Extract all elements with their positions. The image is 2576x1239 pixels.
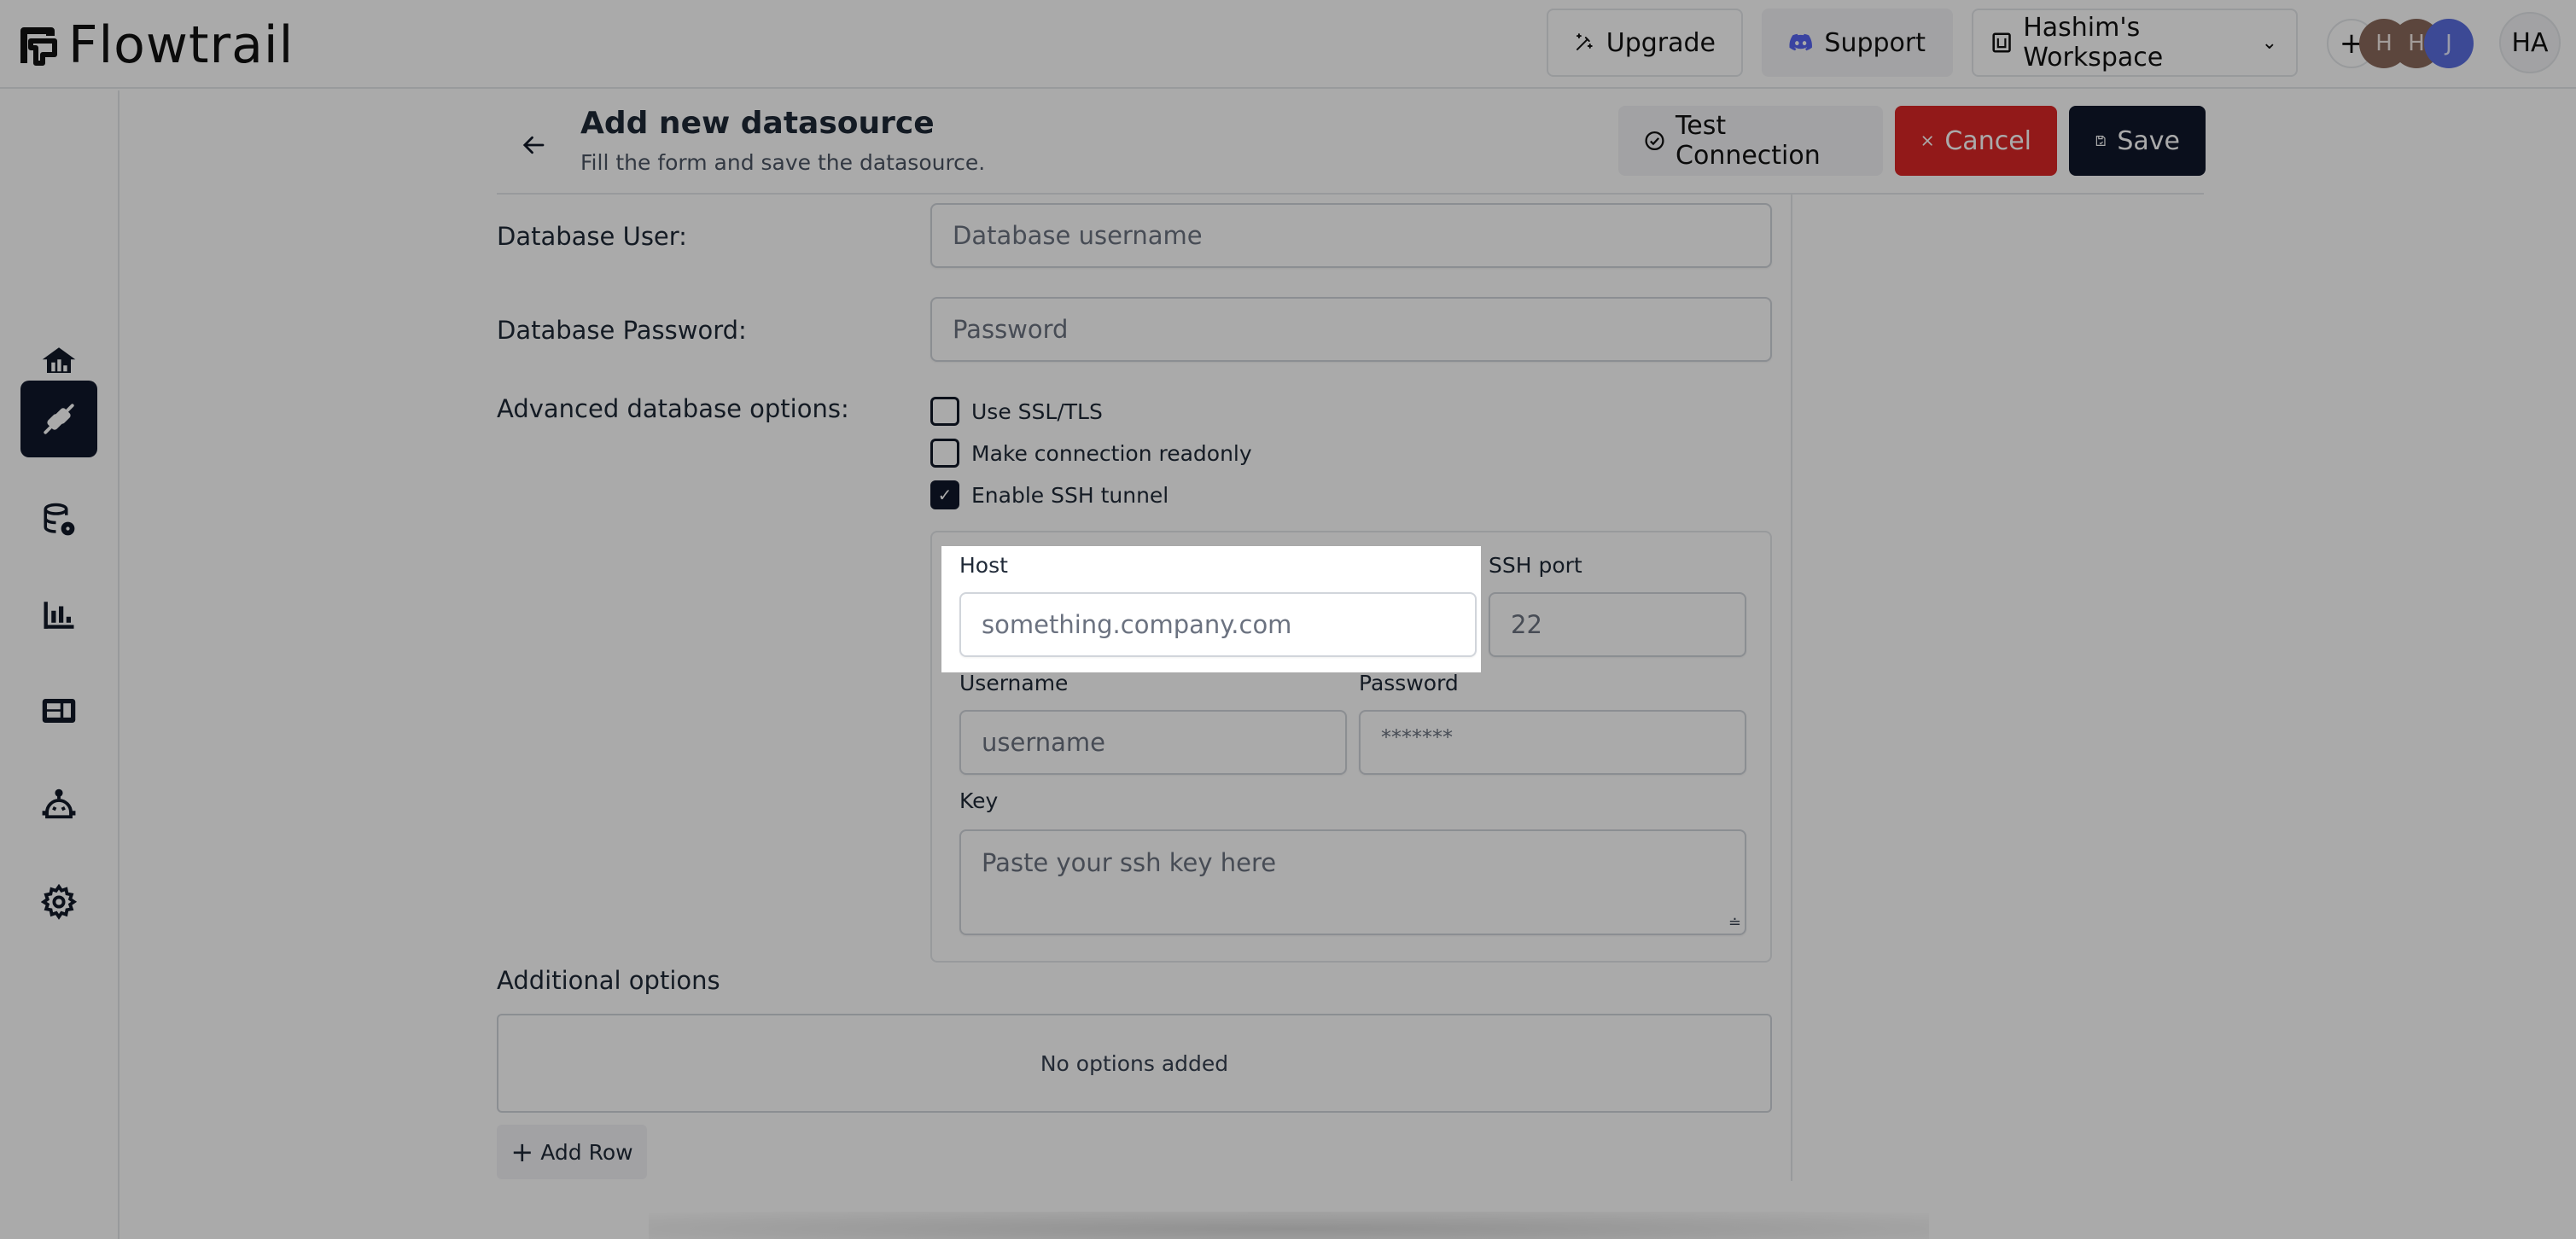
ssh-port-input[interactable]: 22 xyxy=(1489,592,1746,657)
plus-icon: + xyxy=(510,1136,534,1168)
back-button[interactable] xyxy=(517,128,551,162)
ssh-key-textarea[interactable]: Paste your ssh key here ≐ xyxy=(959,829,1746,935)
sidebar-item-datasources[interactable] xyxy=(20,381,97,457)
save-button[interactable]: Save xyxy=(2069,106,2206,176)
ssh-tunnel-option[interactable]: ✓ Enable SSH tunnel xyxy=(930,480,1169,509)
ssh-tunnel-checkbox[interactable]: ✓ xyxy=(930,480,959,509)
gear-icon xyxy=(41,884,77,920)
dashboard-icon xyxy=(42,699,76,723)
ssl-option[interactable]: Use SSL/TLS xyxy=(930,397,1103,426)
dim-overlay xyxy=(0,546,941,672)
database-gear-icon xyxy=(44,503,75,536)
discord-icon xyxy=(1789,33,1812,51)
page-title: Add new datasource xyxy=(580,106,935,141)
cancel-button[interactable]: Cancel xyxy=(1895,106,2057,176)
sidebar-item-charts[interactable] xyxy=(20,577,97,654)
check-circle-icon xyxy=(1645,131,1664,151)
content-divider xyxy=(1791,195,1792,1181)
sidebar-item-dashboards[interactable] xyxy=(20,672,97,749)
db-password-placeholder: Password xyxy=(953,315,1069,344)
ssh-port-placeholder: 22 xyxy=(1511,610,1542,639)
checkmark-icon: ✓ xyxy=(937,485,953,505)
app-name: Flowtrail xyxy=(68,15,294,75)
readonly-label: Make connection readonly xyxy=(971,440,1252,466)
arrow-left-icon xyxy=(522,136,545,154)
additional-options-label: Additional options xyxy=(497,966,720,995)
support-label: Support xyxy=(1824,27,1926,58)
ssh-host-label: Host xyxy=(959,553,1008,578)
ssh-username-input[interactable]: username xyxy=(959,710,1347,775)
upgrade-button[interactable]: Upgrade xyxy=(1547,9,1743,77)
app-logo[interactable]: Flowtrail xyxy=(17,15,294,75)
plug-icon xyxy=(44,404,74,434)
ssl-checkbox[interactable] xyxy=(930,397,959,426)
home-icon xyxy=(42,347,76,373)
ssh-username-placeholder: username xyxy=(982,728,1105,757)
ssh-username-label: Username xyxy=(959,671,1069,695)
robot-icon xyxy=(42,788,76,819)
db-password-input[interactable]: Password xyxy=(930,297,1772,362)
sidebar xyxy=(0,90,119,1239)
top-bar: Flowtrail Upgrade Support Hashim's Works… xyxy=(0,0,2576,89)
workspace-name: Hashim's Workspace xyxy=(2023,13,2164,73)
workspace-selector[interactable]: Hashim's Workspace ⌄ xyxy=(1972,9,2298,77)
resize-handle-icon[interactable]: ≐ xyxy=(1728,914,1741,932)
sidebar-item-ai-assistant[interactable] xyxy=(20,768,97,845)
sidebar-item-settings[interactable] xyxy=(20,864,97,940)
test-connection-label: Test Connection xyxy=(1676,111,1821,171)
empty-options-text: No options added xyxy=(1040,1050,1229,1076)
ssh-password-label: Password xyxy=(1359,671,1459,695)
add-row-label: Add Row xyxy=(540,1139,633,1165)
db-user-label: Database User: xyxy=(497,222,687,251)
support-button[interactable]: Support xyxy=(1762,9,1953,77)
flowtrail-logo-icon xyxy=(20,27,57,66)
readonly-checkbox[interactable] xyxy=(930,439,959,468)
ssh-password-input[interactable]: ******* xyxy=(1359,710,1746,775)
sidebar-item-database-settings[interactable] xyxy=(20,481,97,558)
cancel-label: Cancel xyxy=(1944,125,2031,156)
close-icon xyxy=(1922,136,1932,146)
db-password-label: Database Password: xyxy=(497,316,747,345)
workspace-icon xyxy=(1992,32,2011,53)
ssh-tunnel-label: Enable SSH tunnel xyxy=(971,482,1169,508)
save-icon xyxy=(2095,136,2106,146)
page-subtitle: Fill the form and save the datasource. xyxy=(580,150,986,175)
advanced-options-label: Advanced database options: xyxy=(497,394,849,423)
member-avatar[interactable]: J xyxy=(2424,19,2474,68)
ssh-host-placeholder: something.company.com xyxy=(982,610,1292,639)
ssh-tunnel-panel: Host something.company.com SSH port 22 U… xyxy=(930,531,1772,963)
additional-options-table: No options added xyxy=(497,1014,1772,1113)
test-connection-button[interactable]: Test Connection xyxy=(1618,106,1883,176)
team-members: + H H J xyxy=(2327,19,2474,68)
bar-chart-icon xyxy=(44,602,74,629)
bottom-shadow xyxy=(649,1212,1929,1239)
magic-wand-icon xyxy=(1576,33,1593,50)
db-user-input[interactable]: Database username xyxy=(930,203,1772,268)
chevron-down-icon: ⌄ xyxy=(2261,32,2277,54)
ssh-password-placeholder: ******* xyxy=(1381,725,1453,749)
ssl-label: Use SSL/TLS xyxy=(971,398,1103,424)
ssh-host-input[interactable]: something.company.com xyxy=(959,592,1477,657)
page-header: Add new datasource Fill the form and sav… xyxy=(497,94,2206,195)
db-user-placeholder: Database username xyxy=(953,221,1203,250)
user-avatar[interactable]: HA xyxy=(2499,12,2561,73)
ssh-key-label: Key xyxy=(959,788,999,813)
readonly-option[interactable]: Make connection readonly xyxy=(930,439,1252,468)
ssh-port-label: SSH port xyxy=(1489,553,1582,578)
ssh-key-placeholder: Paste your ssh key here xyxy=(982,848,1277,877)
add-row-button[interactable]: + Add Row xyxy=(497,1125,647,1179)
upgrade-label: Upgrade xyxy=(1606,27,1716,58)
save-label: Save xyxy=(2117,125,2180,156)
